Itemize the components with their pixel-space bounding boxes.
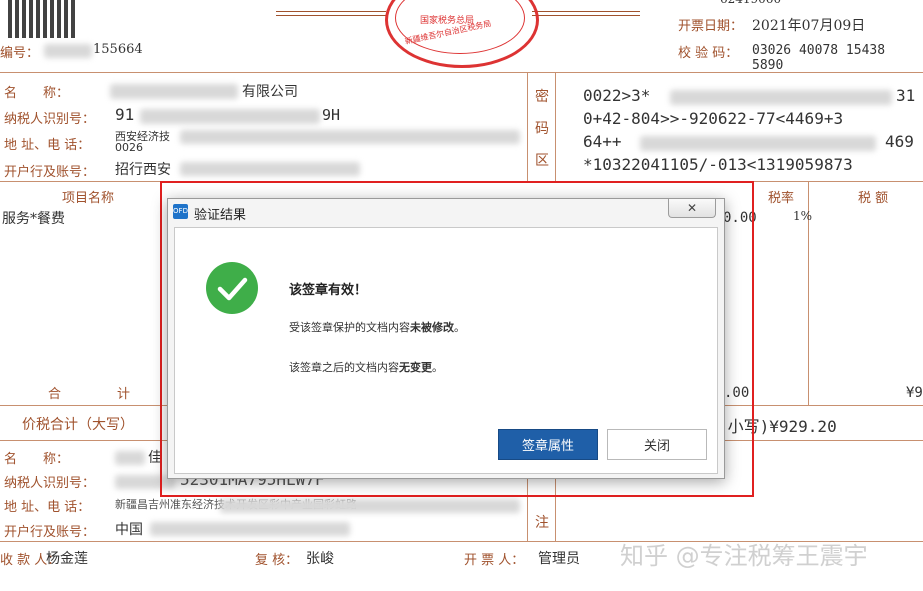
result-line-1-prefix: 受该签章保护的文档内容 [289, 321, 410, 334]
cipher-line: 64++ [583, 132, 622, 151]
result-heading: 该签章有效！ [289, 283, 368, 298]
cipher-line: 0022>3* [583, 86, 651, 105]
grid-line [555, 72, 556, 181]
dialog-title-bar[interactable]: OFD 验证结果 ✕ [168, 199, 724, 225]
ofd-icon: OFD [173, 204, 188, 219]
payee-value: 杨金莲 [46, 551, 88, 567]
item-name: 服务*餐费 [2, 211, 65, 227]
seller-addr-label: 地 址、电 话： [4, 500, 91, 515]
grid-line [0, 72, 923, 73]
issuer-value: 管理员 [538, 551, 580, 567]
reviewer-label: 复 核： [255, 553, 299, 568]
buyer-tax-prefix: 91 [115, 105, 135, 124]
grand-total-label: 价税合计（大写） [22, 417, 134, 433]
buyer-name-redacted [110, 84, 238, 99]
result-line-2-suffix: 。 [432, 361, 443, 374]
qr-code [8, 0, 78, 38]
note-label: 注 [535, 515, 549, 531]
header-rate: 税率 [768, 191, 795, 206]
result-line-1-suffix: 。 [454, 321, 465, 334]
cipher-tail: 31 [896, 86, 916, 105]
cipher-label-2: 码 [535, 121, 549, 137]
header-item-name: 项目名称 [62, 191, 115, 206]
total-label: 合 计 [48, 387, 141, 402]
seller-name-redacted [115, 451, 145, 465]
check-code-value: 03026 40078 15438 5890 [752, 43, 886, 73]
buyer-tax-redacted [140, 109, 320, 124]
buyer-tax-suffix: 9H [322, 106, 341, 124]
seller-code-suffix: 62419060 [720, 0, 781, 6]
issuer-label: 开 票 人： [464, 553, 525, 568]
dialog-content: 该签章有效！ 受该签章保护的文档内容未被修改。 该签章之后的文档内容无变更。 签… [174, 227, 718, 474]
invoice-code-tail: 155664 [93, 42, 143, 57]
cipher-redacted [640, 136, 876, 151]
verification-dialog: OFD 验证结果 ✕ 该签章有效！ 受该签章保护的文档内容未被修改。 该签章之后… [167, 198, 725, 479]
buyer-addr-label: 地 址、电 话： [4, 138, 91, 153]
issue-date-value: 2021年07月09日 [752, 18, 866, 34]
buyer-name-label: 名 称： [4, 86, 70, 101]
buyer-bank-value: 招行西安 [115, 162, 171, 178]
close-button[interactable]: 关闭 [607, 429, 707, 460]
seller-addr-redacted [220, 499, 520, 513]
result-line-2-bold: 无变更 [399, 361, 432, 374]
buyer-name-value: 有限公司 [242, 84, 298, 100]
invoice-code-redacted [44, 44, 92, 58]
seller-bank-redacted [150, 522, 350, 536]
seller-name-label: 名 称： [4, 452, 70, 467]
cipher-tail: 469 [885, 132, 914, 151]
buyer-bank-label: 开户行及账号： [4, 165, 96, 180]
check-circle-icon [206, 262, 258, 314]
result-line-1-bold: 未被修改 [410, 321, 454, 334]
close-icon[interactable]: ✕ [668, 199, 716, 218]
signature-properties-button[interactable]: 签章属性 [498, 429, 598, 460]
invoice-code-label: 编号： [0, 46, 40, 61]
dialog-title: 验证结果 [194, 208, 247, 223]
result-line-2: 该签章之后的文档内容无变更。 [289, 359, 443, 375]
total-tax-tail: ¥9 [906, 385, 923, 401]
buyer-tax-label: 纳税人识别号： [4, 112, 96, 127]
buyer-addr-value2: 0026 [115, 141, 143, 154]
checkmark-icon [217, 277, 248, 301]
watermark: 知乎 @专注税筹王震宇 [620, 542, 868, 570]
title-rule-right [532, 11, 640, 16]
buyer-addr-redacted [180, 130, 520, 144]
seller-bank-label: 开户行及账号： [4, 525, 96, 540]
cipher-label-1: 密 [535, 89, 549, 105]
cipher-label-3: 区 [535, 153, 549, 169]
cipher-line: 0+42-804>>-920622-77<4469+3 [583, 109, 844, 128]
header-tax: 税 额 [858, 191, 889, 206]
check-code-label: 校 验 码： [678, 46, 739, 61]
seller-bank-value: 中国 [115, 522, 143, 538]
reviewer-value: 张峻 [306, 551, 334, 567]
result-line-1: 受该签章保护的文档内容未被修改。 [289, 319, 465, 335]
result-line-2-prefix: 该签章之后的文档内容 [289, 361, 399, 374]
grid-line [527, 72, 528, 181]
buyer-bank-redacted [180, 162, 360, 176]
item-rate: 1% [793, 209, 813, 223]
cipher-line: *10322041105/-013<1319059873 [583, 155, 853, 174]
issue-date-label: 开票日期： [678, 19, 744, 34]
title-rule-left [276, 11, 386, 16]
seller-tax-label: 纳税人识别号： [4, 476, 96, 491]
cipher-redacted [670, 90, 892, 105]
